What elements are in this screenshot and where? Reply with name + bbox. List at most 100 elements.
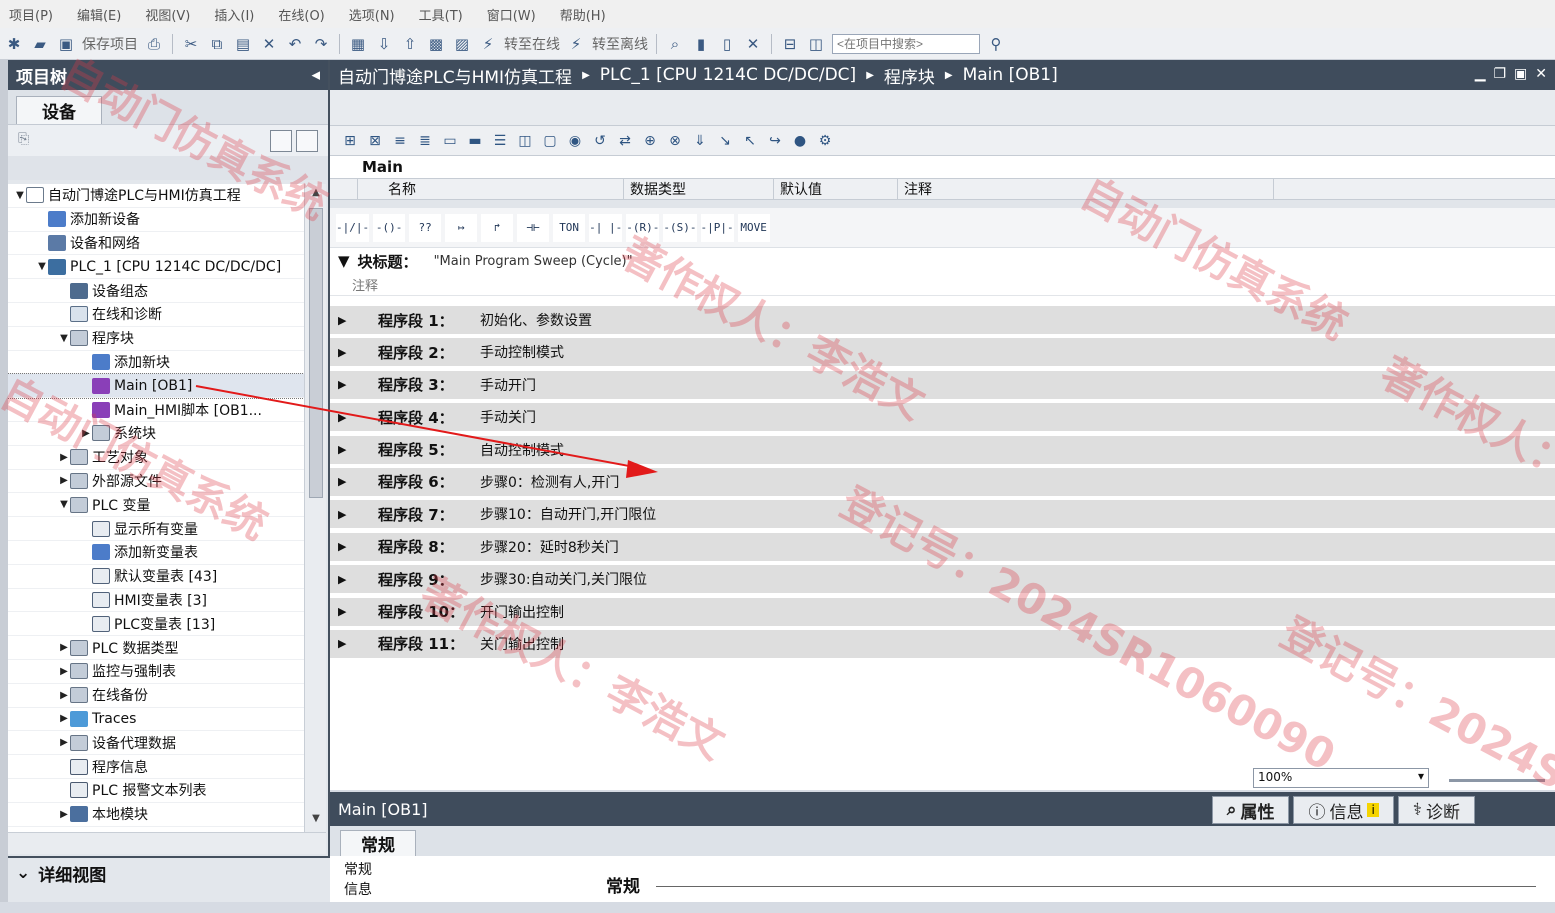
tree-item[interactable]: ▶ 系统块 <box>8 422 304 446</box>
tree-item[interactable]: ▼ PLC 变量 <box>8 493 304 518</box>
call-structure-icon[interactable]: ⊗ <box>665 131 685 151</box>
network-title[interactable]: 手动控制模式 <box>480 342 564 362</box>
expand-right-icon[interactable]: ▶ <box>58 452 70 463</box>
tree-item[interactable]: ▶ 工艺对象 <box>8 446 304 470</box>
menu-window[interactable]: 窗口(W) <box>478 5 545 24</box>
expand-right-icon[interactable]: ▶ <box>58 642 70 653</box>
column-default-value[interactable]: 默认值 <box>774 179 898 199</box>
absolute-address-icon[interactable]: ☰ <box>490 131 510 151</box>
expand-right-icon[interactable]: ▶ <box>338 346 356 359</box>
tree-item[interactable]: ▶ 监控与强制表 <box>8 660 304 684</box>
expand-right-icon[interactable]: ▶ <box>338 475 356 488</box>
tree-item[interactable]: ▶ Traces <box>8 708 304 732</box>
expand-right-icon[interactable]: ▶ <box>338 508 356 521</box>
expand-right-icon[interactable]: ▶ <box>338 378 356 391</box>
tree-item[interactable]: 默认变量表 [43] <box>8 565 304 589</box>
show-favorites-icon[interactable]: ◫ <box>515 131 535 151</box>
expand-down-icon[interactable]: ▼ <box>58 499 70 510</box>
ladder-instruction-button[interactable]: -(R)- <box>626 213 660 242</box>
tree-item[interactable]: ▼ PLC_1 [CPU 1214C DC/DC/DC] <box>8 255 304 280</box>
monitoring-icon[interactable]: ◉ <box>565 131 585 151</box>
collapse-panel-icon[interactable]: ◂ <box>311 65 320 85</box>
tree-item[interactable]: ▶ 设备代理数据 <box>8 731 304 756</box>
ladder-instruction-button[interactable]: MOVE <box>737 213 770 242</box>
insert-row-icon[interactable]: ≡ <box>390 131 410 151</box>
float-icon[interactable]: ❐ <box>1493 66 1506 82</box>
open-folder-icon[interactable]: ▰ <box>30 34 50 54</box>
go-to-icon[interactable]: ↺ <box>590 131 610 151</box>
ladder-instruction-button[interactable]: ↱ <box>481 213 514 242</box>
add-item-icon[interactable]: ⎘ <box>18 131 29 147</box>
go-online-button[interactable]: 转至在线 <box>504 34 560 54</box>
block-comment[interactable]: 注释 <box>330 274 1555 296</box>
menu-online[interactable]: 在线(O) <box>269 5 333 24</box>
scroll-up-icon[interactable]: ▲ <box>308 187 324 203</box>
tree-item[interactable]: Main [OB1] <box>8 373 304 400</box>
expand-right-icon[interactable]: ▶ <box>338 540 356 553</box>
tree-item[interactable]: 添加新块 <box>8 351 304 375</box>
interface-splitter[interactable] <box>330 200 1555 208</box>
network-row[interactable]: ▶ 程序段 1： 初始化、参数设置 <box>330 306 1555 334</box>
network-title[interactable]: 步骤0：检测有人,开门 <box>480 472 619 492</box>
step-icon[interactable]: ↪ <box>765 131 785 151</box>
tree-item[interactable]: ▶ 在线备份 <box>8 684 304 708</box>
tree-item[interactable]: ▶ 本地模块 <box>8 803 304 827</box>
detail-view-header[interactable]: ⌄ 详细视图 <box>8 858 330 888</box>
comments-icon[interactable]: ▢ <box>540 131 560 151</box>
menu-edit[interactable]: 编辑(E) <box>68 5 130 24</box>
network-row[interactable]: ▶ 程序段 7： 步骤10：自动开门,开门限位 <box>330 500 1555 529</box>
expand-right-icon[interactable]: ▶ <box>338 605 356 618</box>
menu-tools[interactable]: 工具(T) <box>410 5 472 24</box>
tree-item[interactable]: 在线和诊断 <box>8 303 304 327</box>
go-online-icon[interactable]: ⚡ <box>478 34 498 54</box>
ladder-instruction-button[interactable]: ?? <box>409 213 442 242</box>
breadcrumb-plc[interactable]: PLC_1 [CPU 1214C DC/DC/DC] <box>600 65 856 85</box>
expand-right-icon[interactable]: ▶ <box>58 713 70 724</box>
network-row[interactable]: ▶ 程序段 6： 步骤0：检测有人,开门 <box>330 467 1555 496</box>
network-row[interactable]: ▶ 程序段 4： 手动关门 <box>330 403 1555 432</box>
go-offline-icon[interactable]: ⚡ <box>566 34 586 54</box>
network-title[interactable]: 手动开门 <box>480 375 536 395</box>
append-row-icon[interactable]: ≣ <box>415 131 435 151</box>
ladder-instruction-button[interactable]: TON <box>553 213 586 242</box>
expand-right-icon[interactable]: ▶ <box>58 809 70 820</box>
tab-properties[interactable]: ⌕ 属性 <box>1211 796 1290 824</box>
scroll-down-icon[interactable]: ▼ <box>308 813 324 829</box>
expand-right-icon[interactable]: ▶ <box>338 314 356 327</box>
minimize-icon[interactable]: ▁ <box>1475 66 1486 82</box>
chevron-down-icon[interactable]: ⌄ <box>16 863 30 883</box>
network-title[interactable]: 步骤30:自动关门,关门限位 <box>480 569 647 589</box>
tab-devices[interactable]: 设备 <box>16 96 102 124</box>
overview-icon[interactable] <box>270 130 292 152</box>
tree-horizontal-scrollbar[interactable] <box>8 832 326 854</box>
tab-diagnostics[interactable]: ⚕ 诊断 <box>1397 796 1475 824</box>
ladder-instruction-button[interactable]: ⊣⊢ <box>517 213 550 242</box>
expand-down-icon[interactable]: ▼ <box>36 261 48 272</box>
ladder-instruction-button[interactable]: -|/|- <box>336 213 370 242</box>
network-title[interactable]: 步骤10：自动开门,开门限位 <box>480 504 656 524</box>
column-comment[interactable]: 注释 <box>898 179 1274 199</box>
column-data-type[interactable]: 数据类型 <box>624 179 774 199</box>
breadcrumb-project[interactable]: 自动门博途PLC与HMI仿真工程 <box>338 63 572 88</box>
download-icon[interactable]: ⇩ <box>374 34 394 54</box>
network-row[interactable]: ▶ 程序段 10： 开门输出控制 <box>330 597 1555 626</box>
tree-item[interactable]: 添加新变量表 <box>8 541 304 565</box>
accessible-devices-icon[interactable]: ⌕ <box>665 34 685 54</box>
tree-item[interactable]: HMI变量表 [3] <box>8 589 304 613</box>
new-project-icon[interactable]: ✱ <box>4 34 24 54</box>
tree-item[interactable]: ▶ 外部源文件 <box>8 470 304 494</box>
column-name[interactable]: 名称 <box>358 179 624 199</box>
cut-icon[interactable]: ✂ <box>181 34 201 54</box>
go-offline-button[interactable]: 转至离线 <box>592 34 648 54</box>
tree-item[interactable]: ▶ PLC 数据类型 <box>8 636 304 660</box>
expand-right-icon[interactable]: ▶ <box>58 666 70 677</box>
print-icon[interactable]: ⎙ <box>144 34 164 54</box>
network-row[interactable]: ▶ 程序段 3： 手动开门 <box>330 370 1555 399</box>
tree-vertical-scrollbar[interactable]: ▲ ▼ <box>304 184 326 832</box>
menu-insert[interactable]: 插入(I) <box>205 5 263 24</box>
scroll-thumb[interactable] <box>309 208 323 498</box>
tree-item[interactable]: Main_HMI脚本 [OB1... <box>8 398 304 422</box>
insert-network-icon[interactable]: ⊞ <box>340 131 360 151</box>
expand-right-icon[interactable]: ▶ <box>338 443 356 456</box>
zoom-slider[interactable] <box>1449 779 1545 782</box>
